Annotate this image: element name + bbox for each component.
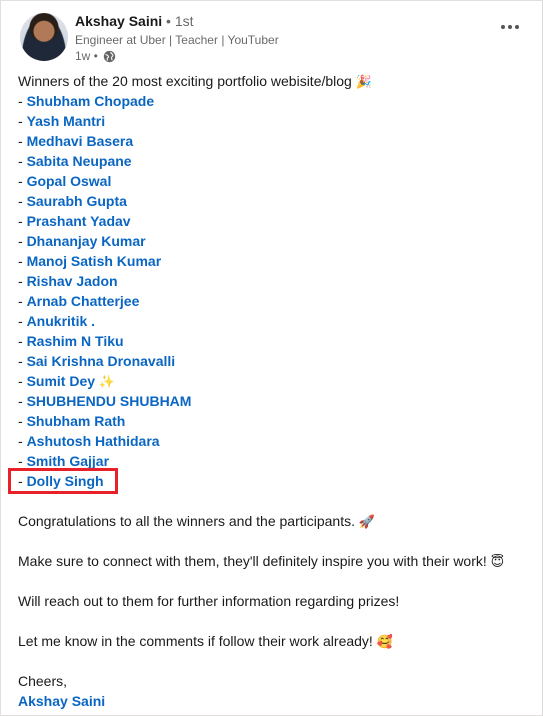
winner-row: - Sabita Neupane [18,151,533,171]
winner-link[interactable]: Dhananjay Kumar [27,233,146,249]
winner-row: - SHUBHENDU SHUBHAM [18,391,533,411]
list-dash: - [18,133,27,149]
list-dash: - [18,393,27,409]
winner-row: - Sai Krishna Dronavalli [18,351,533,371]
list-dash: - [18,273,27,289]
winner-row: - Prashant Yadav [18,211,533,231]
signoff: Cheers, [18,673,68,689]
winner-link[interactable]: Shubham Chopade [27,93,155,109]
winner-row: - Anukritik . [18,311,533,331]
post-card: Akshay Saini • 1st Engineer at Uber | Te… [0,0,543,716]
winner-link[interactable]: Manoj Satish Kumar [27,253,162,269]
winner-link[interactable]: Anukritik . [27,313,95,329]
list-dash: - [18,193,27,209]
list-dash: - [18,253,27,269]
comments-line: Let me know in the comments if follow th… [18,631,533,651]
list-dash: - [18,313,27,329]
winner-link[interactable]: Arnab Chatterjee [27,293,140,309]
list-dash: - [18,293,27,309]
winner-row: - Dolly Singh [18,471,533,491]
winner-row: - Shubham Rath [18,411,533,431]
congrats-text: Congratulations to all the winners and t… [18,513,355,529]
winner-row: - Shubham Chopade [18,91,533,111]
rocket-icon: 🚀 [358,514,376,529]
winner-row: - Smith Gajjar [18,451,533,471]
author-headline: Engineer at Uber | Teacher | YouTuber [75,33,279,47]
list-dash: - [18,413,27,429]
winner-row: - Ashutosh Hathidara [18,431,533,451]
winner-link[interactable]: Sumit Dey [27,373,95,389]
winner-row: - Sumit Dey ✨ [18,371,533,391]
halo-smile-icon: 😇 [490,554,505,569]
winner-row: - Dhananjay Kumar [18,231,533,251]
winner-row: - Rashim N Tiku [18,331,533,351]
winner-row: - Arnab Chatterjee [18,291,533,311]
post-body: Winners of the 20 most exciting portfoli… [18,71,533,711]
list-dash: - [18,373,27,389]
winner-row: - Medhavi Basera [18,131,533,151]
globe-icon [103,50,116,63]
post-header: Akshay Saini • 1st Engineer at Uber | Te… [17,11,528,67]
winner-link[interactable]: Ashutosh Hathidara [27,433,160,449]
list-dash: - [18,353,27,369]
list-dash: - [18,213,27,229]
winner-link[interactable]: Rishav Jadon [27,273,118,289]
winners-list: - Shubham Chopade - Yash Mantri - Medhavi … [18,91,533,491]
prizes-line: Will reach out to them for further infor… [18,591,533,611]
list-dash: - [18,93,27,109]
connect-text: Make sure to connect with them, they'll … [18,553,487,569]
post-time: 1w • [75,49,98,63]
winner-row: - Rishav Jadon [18,271,533,291]
prizes-text: Will reach out to them for further infor… [18,593,400,609]
post-intro-text: Winners of the 20 most exciting portfoli… [18,73,352,89]
post-meta: 1w • [75,48,116,64]
post-intro: Winners of the 20 most exciting portfoli… [18,71,533,91]
winner-row: - Saurabh Gupta [18,191,533,211]
winner-link[interactable]: Rashim N Tiku [27,333,124,349]
list-dash: - [18,233,27,249]
author-name-row: Akshay Saini • 1st [75,12,194,30]
list-dash: - [18,473,27,489]
list-dash: - [18,173,27,189]
congrats-line: Congratulations to all the winners and t… [18,511,533,531]
list-dash: - [18,453,27,469]
sparkles-icon: ✨ [98,374,116,389]
comments-text: Let me know in the comments if follow th… [18,633,373,649]
more-options-icon[interactable] [498,19,522,35]
winner-row: - Yash Mantri [18,111,533,131]
author-name[interactable]: Akshay Saini [75,13,162,29]
winner-link[interactable]: Smith Gajjar [27,453,109,469]
winner-link[interactable]: Sabita Neupane [27,153,132,169]
winner-row: - Gopal Oswal [18,171,533,191]
winner-link[interactable]: Gopal Oswal [27,173,112,189]
signature-link[interactable]: Akshay Saini [18,691,533,711]
winner-link[interactable]: Shubham Rath [27,413,126,429]
connect-line: Make sure to connect with them, they'll … [18,551,533,571]
winner-link[interactable]: Prashant Yadav [27,213,131,229]
list-dash: - [18,333,27,349]
winner-link[interactable]: Dolly Singh [27,473,104,489]
winner-row: - Manoj Satish Kumar [18,251,533,271]
winner-link[interactable]: Yash Mantri [27,113,106,129]
list-dash: - [18,153,27,169]
avatar[interactable] [20,13,68,61]
winner-link[interactable]: Sai Krishna Dronavalli [27,353,176,369]
winner-link[interactable]: Medhavi Basera [27,133,134,149]
list-dash: - [18,113,27,129]
heart-eyes-icon: 🥰 [376,634,393,649]
winner-link[interactable]: Saurabh Gupta [27,193,127,209]
connection-degree: • 1st [166,13,194,29]
party-icon: 🎉 [355,74,372,89]
list-dash: - [18,433,27,449]
winner-link[interactable]: SHUBHENDU SHUBHAM [27,393,192,409]
